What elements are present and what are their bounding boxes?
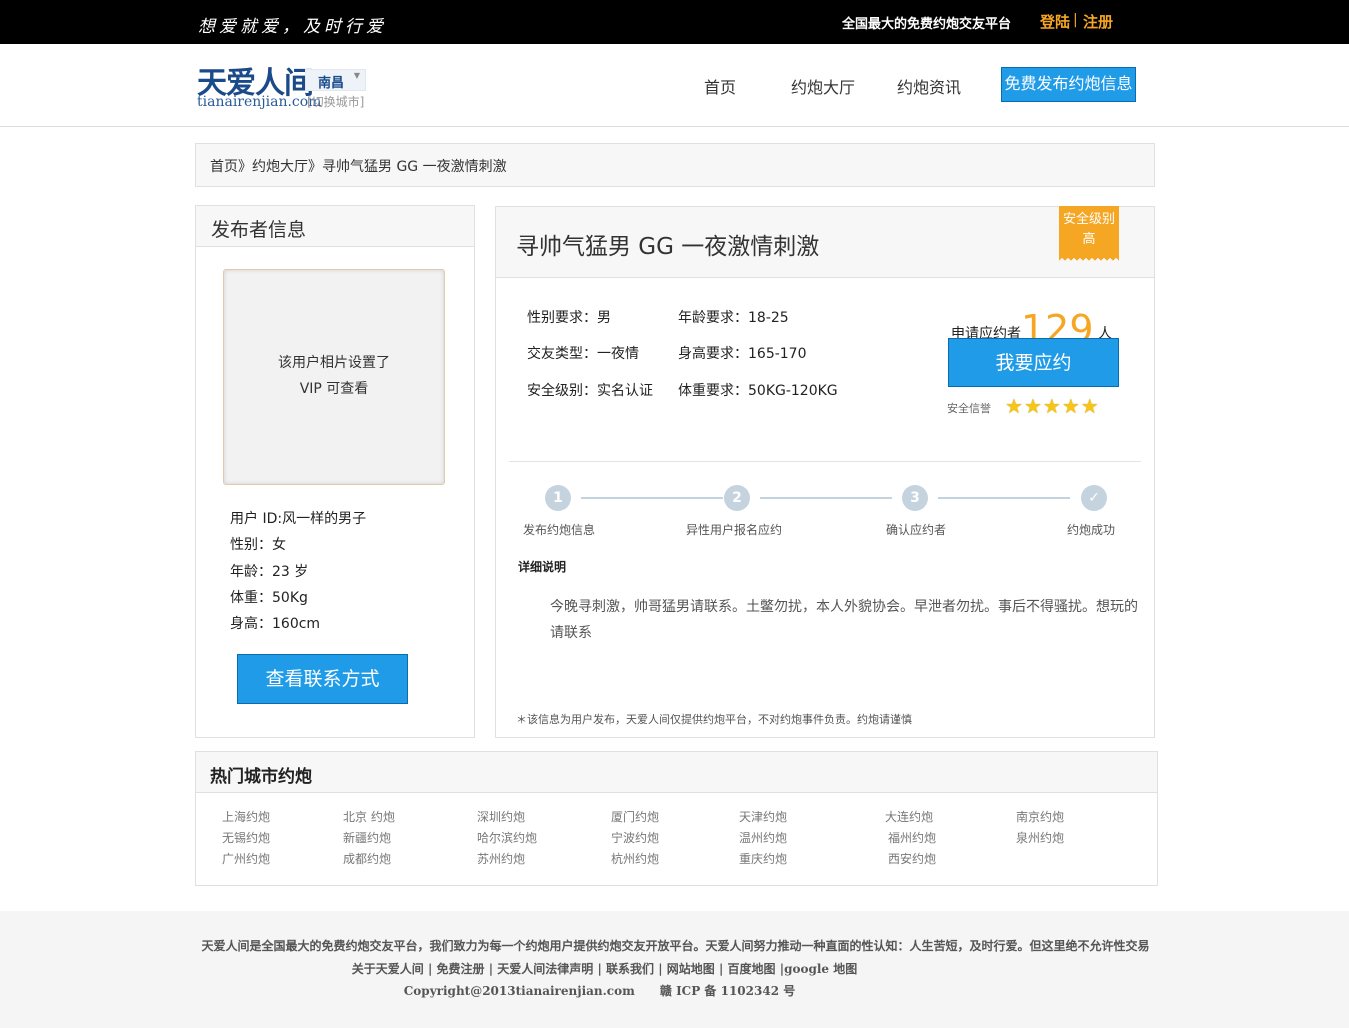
type-requirement: 交友类型：一夜情	[527, 346, 639, 362]
step-1-label: 发布约炮信息	[523, 523, 596, 537]
nav-home[interactable]: 首页	[704, 74, 736, 98]
city-link[interactable]: 大连约炮	[885, 808, 933, 825]
photo-notice-line1: 该用户相片设置了	[278, 355, 390, 371]
city-link[interactable]: 苏州约炮	[477, 850, 525, 867]
site-header: 天爱人间 tianairenjian.com 南昌 ▼ [切换城市] 首页 约炮…	[0, 44, 1349, 127]
city-link[interactable]: 南京约炮	[1016, 808, 1064, 825]
star-icon: ★	[1042, 394, 1062, 418]
register-link[interactable]: 注册	[1083, 11, 1113, 32]
progress-line	[760, 497, 892, 499]
city-link[interactable]: 深圳约炮	[477, 808, 525, 825]
login-link[interactable]: 登陆	[1040, 11, 1070, 32]
user-height: 身高：160cm	[230, 616, 321, 632]
star-icon: ★	[1061, 394, 1081, 418]
star-icon: ★	[1023, 394, 1043, 418]
city-link[interactable]: 杭州约炮	[611, 850, 659, 867]
gender-requirement: 性别要求：男	[527, 310, 611, 326]
photo-notice-line2: VIP 可查看	[299, 381, 369, 397]
switch-city-link[interactable]: [切换城市]	[307, 93, 364, 110]
post-title: 寻帅气猛男 GG 一夜激情刺激	[496, 207, 1154, 278]
user-gender: 性别：女	[230, 537, 286, 553]
icp-number: 赣 ICP 备 1102342 号	[659, 984, 796, 998]
nav-hall[interactable]: 约炮大厅	[791, 74, 855, 98]
user-weight: 体重：50Kg	[230, 590, 308, 606]
post-detail-panel: 寻帅气猛男 GG 一夜激情刺激 安全级别 高 性别要求：男 年龄要求：18-25…	[495, 206, 1155, 738]
city-link[interactable]: 上海约炮	[222, 808, 270, 825]
safety-requirement: 安全级别：实名认证	[527, 383, 653, 399]
view-contact-button[interactable]: 查看联系方式	[237, 654, 408, 704]
footer-link-google-map[interactable]: google 地图	[784, 962, 857, 976]
progress-line	[938, 497, 1070, 499]
footer-link-legal[interactable]: 天爱人间法律声明	[497, 962, 593, 976]
footer-link-baidu-map[interactable]: 百度地图	[728, 962, 776, 976]
city-link[interactable]: 广州约炮	[222, 850, 270, 867]
footer-link-register[interactable]: 免费注册	[437, 962, 485, 976]
nav-news[interactable]: 约炮资讯	[897, 74, 961, 98]
age-requirement: 年龄要求：18-25	[678, 310, 789, 326]
login-register-separator: |	[1073, 12, 1078, 28]
publish-button[interactable]: 免费发布约炮信息	[1001, 67, 1136, 102]
city-link[interactable]: 无锡约炮	[222, 829, 270, 846]
publisher-panel: 发布者信息 该用户相片设置了 VIP 可查看 用户 ID:风一样的男子 性别：女…	[195, 205, 475, 738]
city-link[interactable]: 宁波约炮	[611, 829, 659, 846]
city-link[interactable]: 成都约炮	[343, 850, 391, 867]
safety-level-label: 安全级别	[1062, 212, 1115, 227]
user-id: 用户 ID:风一样的男子	[230, 511, 367, 527]
breadcrumb[interactable]: 首页》约炮大厅》寻帅气猛男 GG 一夜激情刺激	[195, 143, 1155, 187]
city-link[interactable]: 西安约炮	[888, 850, 936, 867]
slogan: 想爱就爱，及时行爱	[198, 17, 387, 37]
city-selector[interactable]: 南昌 ▼	[305, 69, 366, 91]
hot-cities-heading: 热门城市约炮	[196, 752, 1157, 793]
site-footer: 天爱人间是全国最大的免费约炮交友平台，我们致力为每一个约炮用户提供约炮交友开放平…	[0, 911, 1349, 1028]
footer-link-contact[interactable]: 联系我们	[606, 962, 654, 976]
star-icon: ★	[1005, 394, 1024, 418]
apply-button[interactable]: 我要应约	[948, 338, 1119, 387]
safety-level-badge: 安全级别 高	[1059, 206, 1119, 263]
city-link[interactable]: 厦门约炮	[611, 808, 659, 825]
checkmark-icon: ✓	[1081, 485, 1107, 511]
user-photo-placeholder: 该用户相片设置了 VIP 可查看	[223, 269, 445, 485]
city-link[interactable]: 重庆约炮	[739, 850, 787, 867]
disclaimer: ＊该信息为用户发布，天爱人间仅提供约炮平台，不对约炮事件负责。约炮请谨慎	[516, 713, 912, 726]
chevron-down-icon: ▼	[353, 71, 360, 80]
city-link[interactable]: 福州约炮	[888, 829, 936, 846]
safety-level-value: 高	[1082, 232, 1096, 247]
credit-label: 安全信誉	[947, 402, 991, 415]
footer-link-sitemap[interactable]: 网站地图	[667, 962, 715, 976]
step-2-label: 异性用户报名应约	[686, 523, 783, 537]
description-heading: 详细说明	[518, 560, 567, 574]
city-link[interactable]: 北京 约炮	[343, 808, 395, 825]
city-name: 南昌	[318, 76, 345, 91]
city-link[interactable]: 新疆约炮	[343, 829, 391, 846]
hot-cities-panel: 热门城市约炮 上海约炮 北京 约炮 深圳约炮 厦门约炮 天津约炮 大连约炮 南京…	[195, 751, 1158, 886]
user-age: 年龄：23 岁	[230, 564, 309, 580]
description-text: 今晚寻刺激，帅哥猛男请联系。土鳖勿扰，本人外貌协会。早泄者勿扰。事后不得骚扰。想…	[550, 599, 1138, 641]
height-requirement: 身高要求：165-170	[678, 346, 807, 362]
weight-requirement: 体重要求：50KG-120KG	[678, 383, 838, 399]
footer-link-about[interactable]: 关于天爱人间	[352, 962, 424, 976]
star-icon: ★	[1080, 394, 1100, 418]
city-link[interactable]: 温州约炮	[739, 829, 787, 846]
city-link[interactable]: 天津约炮	[739, 808, 787, 825]
step-3-label: 确认应约者	[886, 523, 947, 537]
credit-star-rating: ★★★★★	[1005, 394, 1100, 418]
footer-copyright-row: Copyright@2013tianairenjian.com 赣 ICP 备 …	[0, 982, 1349, 999]
city-link[interactable]: 泉州约炮	[1016, 829, 1064, 846]
site-domain: tianairenjian.com	[197, 94, 322, 110]
footer-description: 天爱人间是全国最大的免费约炮交友平台，我们致力为每一个约炮用户提供约炮交友开放平…	[201, 939, 1150, 953]
copyright: Copyright@2013tianairenjian.com	[403, 984, 635, 998]
step-1-circle: 1	[545, 485, 571, 511]
section-divider	[509, 461, 1141, 462]
footer-links: 关于天爱人间 | 免费注册 | 天爱人间法律声明 | 联系我们 | 网站地图 |…	[351, 962, 858, 976]
step-3-circle: 3	[902, 485, 928, 511]
top-bar: 想爱就爱，及时行爱 全国最大的免费约炮交友平台 登陆 | 注册	[0, 0, 1349, 44]
progress-line	[581, 497, 723, 499]
publisher-heading: 发布者信息	[196, 206, 474, 247]
city-link[interactable]: 哈尔滨约炮	[477, 829, 537, 846]
step-4-label: 约炮成功	[1067, 523, 1116, 537]
platform-tagline: 全国最大的免费约炮交友平台	[842, 17, 1012, 32]
step-2-circle: 2	[724, 485, 750, 511]
